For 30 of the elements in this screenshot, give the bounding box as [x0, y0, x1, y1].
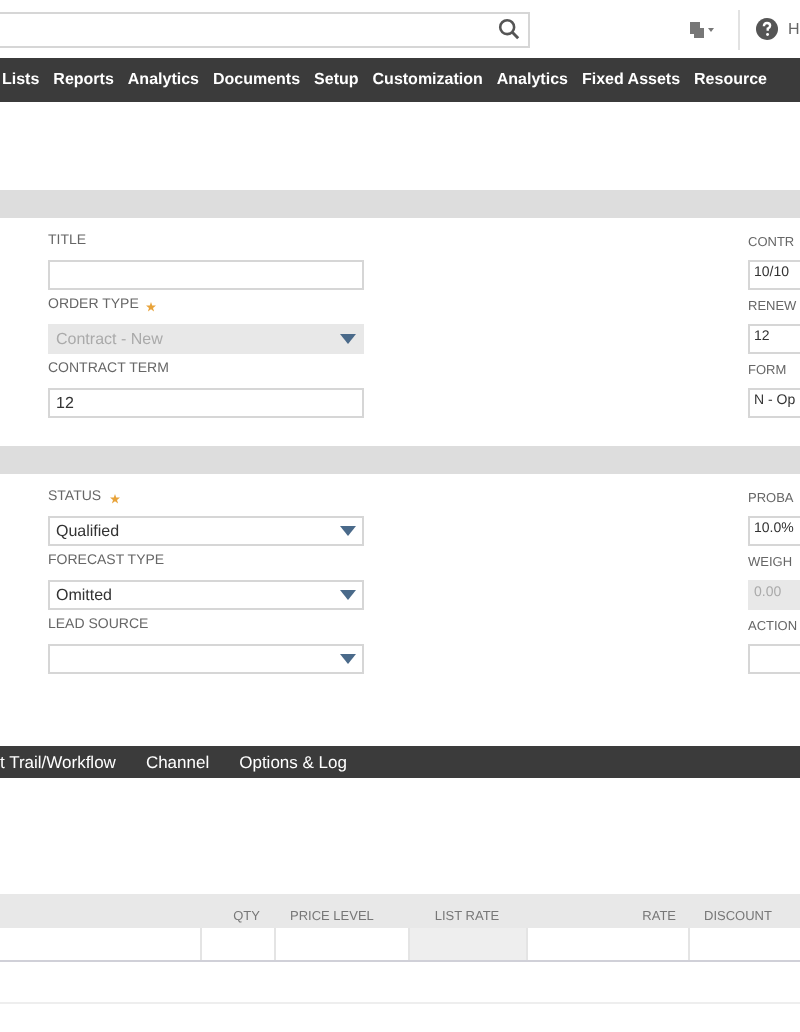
nav-menu-item[interactable]: Lists [2, 68, 40, 92]
dropdown-field[interactable] [48, 644, 364, 674]
subtab[interactable]: t Trail/Workflow [0, 749, 116, 775]
help-icon[interactable] [756, 18, 778, 40]
required-icon [146, 302, 157, 312]
nav-menu-item[interactable]: Resource [694, 68, 767, 92]
nav-menu-item[interactable]: Analytics [127, 68, 199, 92]
nav-menu-item[interactable]: Customization [372, 68, 483, 92]
caret-icon [340, 654, 356, 664]
input-field[interactable]: 12 [48, 388, 364, 418]
input-field[interactable] [748, 644, 800, 674]
subtab[interactable]: Options & Log [239, 749, 347, 775]
user-switch-icon[interactable] [686, 19, 714, 39]
search-icon [498, 18, 520, 40]
nav-menu-item[interactable]: Reports [53, 68, 114, 92]
search-field[interactable] [0, 11, 530, 47]
nav-menu-item[interactable]: Analytics [496, 68, 568, 92]
table-cell[interactable] [408, 928, 526, 960]
dropdown-field[interactable]: Omitted [48, 580, 364, 610]
caret-icon [340, 526, 356, 536]
required-icon [109, 494, 120, 504]
caret-icon [340, 590, 356, 600]
dropdown-field[interactable]: Qualified [48, 516, 364, 546]
caret-icon [340, 334, 356, 344]
nav-menu-item[interactable]: Setup [314, 68, 359, 92]
subtab[interactable]: Channel [145, 749, 210, 775]
nav-menu-item[interactable]: Fixed Assets [581, 68, 681, 92]
nav-menu-item[interactable]: Documents [212, 68, 301, 92]
help-label[interactable]: H [788, 17, 800, 41]
input-field[interactable] [48, 260, 364, 290]
